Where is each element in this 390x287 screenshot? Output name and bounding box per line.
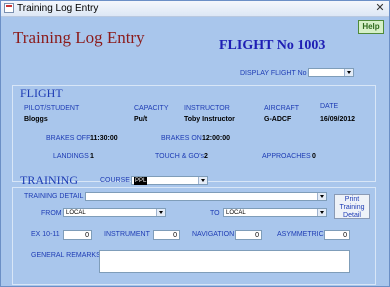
date-label: DATE — [320, 103, 339, 110]
brakes-off-label: BRAKES OFF — [46, 135, 91, 142]
title-bar[interactable]: Training Log Entry ✕ — [1, 1, 389, 17]
instrument-label: INSTRUMENT — [104, 231, 150, 238]
capacity-label: CAPACITY — [134, 105, 169, 112]
training-detail-select[interactable] — [85, 192, 327, 201]
ex1011-label: EX 10-11 — [31, 231, 60, 238]
training-section-title: TRAINING — [20, 173, 78, 187]
chevron-down-icon[interactable] — [344, 69, 353, 76]
display-flight-label: DISPLAY FLIGHT No — [240, 70, 307, 77]
asymmetric-field[interactable]: 0 — [324, 230, 350, 240]
aircraft-label: AIRCRAFT — [264, 105, 299, 112]
page-title: Training Log Entry — [13, 28, 145, 47]
chevron-down-icon[interactable] — [317, 193, 326, 200]
from-select[interactable]: LOCAL — [63, 208, 166, 217]
form-client-area: Training Log Entry FLIGHT No 1003 Help D… — [1, 17, 389, 286]
navigation-label: NAVIGATION — [192, 231, 235, 238]
instructor-label: INSTRUCTOR — [184, 105, 230, 112]
ex1011-field[interactable]: 0 — [63, 230, 92, 240]
chevron-down-icon[interactable] — [156, 209, 165, 216]
window-title: Training Log Entry — [17, 3, 99, 14]
asymmetric-label: ASYMMETRIC — [277, 231, 324, 238]
training-detail-label: TRAINING DETAIL — [24, 193, 84, 200]
brakes-on-label: BRAKES ON — [161, 135, 202, 142]
display-flight-select[interactable] — [308, 68, 354, 77]
close-icon[interactable]: ✕ — [373, 2, 387, 14]
landings-value: 1 — [90, 153, 94, 160]
landings-label: LANDINGS — [53, 153, 89, 160]
print-training-detail-button[interactable]: Print Training Detail — [334, 194, 370, 219]
approaches-label: APPROACHES — [262, 153, 311, 160]
general-remarks-label: GENERAL REMARKS — [31, 252, 101, 259]
to-select[interactable]: LOCAL — [223, 208, 327, 217]
brakes-on-value: 12:00:00 — [202, 135, 231, 142]
chevron-down-icon[interactable] — [198, 177, 207, 184]
to-label: TO — [210, 210, 220, 217]
chevron-down-icon[interactable] — [317, 209, 326, 216]
capacity-value: Pu/t — [134, 116, 148, 123]
training-log-window: Training Log Entry ✕ Training Log Entry … — [0, 0, 390, 287]
help-button[interactable]: Help — [358, 20, 384, 34]
course-label: COURSE — [100, 177, 130, 184]
aircraft-value: G-ADCF — [264, 116, 292, 123]
flight-panel — [12, 85, 376, 182]
course-select[interactable]: PPL — [131, 176, 208, 185]
general-remarks-textarea[interactable] — [99, 250, 350, 273]
touch-go-label: TOUCH & GO's — [155, 153, 205, 160]
pilot-label: PILOT/STUDENT — [24, 105, 80, 112]
brakes-off-value: 11:30:00 — [90, 135, 118, 142]
navigation-field[interactable]: 0 — [235, 230, 262, 240]
pilot-value: Bloggs — [24, 116, 48, 123]
instructor-value: Toby Instructor — [184, 116, 235, 123]
instrument-field[interactable]: 0 — [153, 230, 180, 240]
app-icon — [4, 3, 14, 13]
flight-section-title: FLIGHT — [20, 86, 63, 100]
touch-go-value: 2 — [204, 153, 208, 160]
approaches-value: 0 — [312, 153, 316, 160]
date-value: 16/09/2012 — [320, 116, 356, 123]
flight-number-title: FLIGHT No 1003 — [219, 38, 326, 53]
from-label: FROM — [41, 210, 62, 217]
